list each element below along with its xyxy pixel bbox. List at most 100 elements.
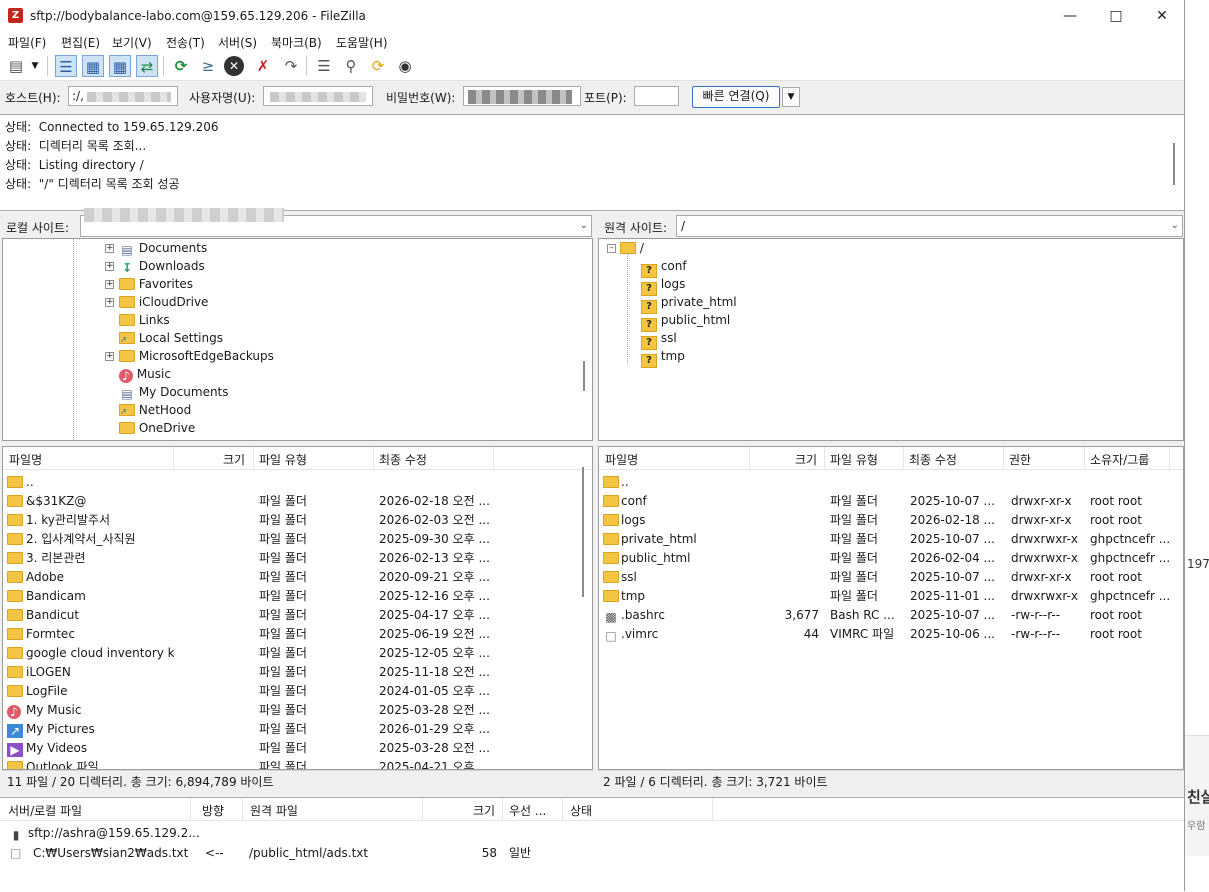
remote-tree-root[interactable]: / bbox=[620, 239, 644, 257]
local-tree-item[interactable]: ▤ My Documents bbox=[119, 383, 228, 401]
tree-expander-icon[interactable]: + bbox=[105, 280, 114, 289]
menu-help[interactable]: 도움말(H) bbox=[336, 34, 388, 51]
tree-expander-icon[interactable]: – bbox=[607, 244, 616, 253]
chevron-down-icon[interactable]: ⌄ bbox=[580, 220, 588, 231]
local-file-row[interactable]: 2. 입사계약서_사직원 파일 폴더 2025-09-30 오후 ... bbox=[3, 530, 578, 549]
remote-file-row[interactable]: logs 파일 폴더 2026-02-18 ... drwxr-xr-x root ro… bbox=[599, 511, 1183, 530]
remote-path-combo[interactable]: / ⌄ bbox=[676, 215, 1183, 237]
local-tree-item[interactable]: ▤ Documents bbox=[119, 239, 207, 257]
directory-filter-icon[interactable]: ☰ bbox=[313, 55, 335, 77]
maximize-icon[interactable]: □ bbox=[1094, 4, 1138, 28]
local-tree-item[interactable]: ↗ NetHood bbox=[119, 401, 191, 419]
local-tree-item[interactable]: ♪ Music bbox=[119, 365, 171, 383]
chevron-down-icon[interactable]: ⌄ bbox=[1171, 220, 1179, 231]
local-file-row[interactable]: LogFile 파일 폴더 2024-01-05 오후 ... bbox=[3, 682, 578, 701]
site-manager-dropdown-icon[interactable]: ▼ bbox=[28, 55, 42, 77]
column-modified[interactable]: 최종 수정 bbox=[909, 451, 957, 468]
local-path-combo[interactable]: ⌄ bbox=[80, 208, 592, 237]
remote-file-row[interactable]: ▩ .bashrc 3,677 Bash RC ... 2025-10-07 ... -r… bbox=[599, 606, 1183, 625]
local-file-row[interactable]: Outlook 파일 파일 폴더 2025-04-21 오후 ... bbox=[3, 758, 578, 769]
sync-browse-icon[interactable]: ⟳ bbox=[367, 55, 389, 77]
menu-edit[interactable]: 편집(E) bbox=[61, 34, 100, 51]
close-icon[interactable]: ✕ bbox=[1140, 4, 1184, 28]
column-filename[interactable]: 파일명 bbox=[9, 451, 42, 468]
local-file-row[interactable]: Bandicam 파일 폴더 2025-12-16 오후 ... bbox=[3, 587, 578, 606]
tree-expander-icon[interactable]: + bbox=[105, 244, 114, 253]
toggle-local-tree-icon[interactable]: ▦ bbox=[82, 55, 104, 77]
column-remote-file[interactable]: 원격 파일 bbox=[250, 802, 298, 819]
disconnect-icon[interactable]: ✗ bbox=[252, 55, 274, 77]
tree-expander-icon[interactable]: + bbox=[105, 352, 114, 361]
local-file-row[interactable]: Bandicut 파일 폴더 2025-04-17 오후 ... bbox=[3, 606, 578, 625]
queue-item-row[interactable]: □ C:₩Users₩sian2₩ads.txt <-- /public_htm… bbox=[0, 844, 720, 863]
local-tree-item[interactable]: Links bbox=[119, 311, 170, 329]
column-status[interactable]: 상태 bbox=[570, 802, 592, 819]
menu-file[interactable]: 파일(F) bbox=[8, 34, 46, 51]
local-tree-scrollbar[interactable] bbox=[583, 361, 585, 391]
local-file-row[interactable]: ↗ My Pictures 파일 폴더 2026-01-29 오후 ... bbox=[3, 720, 578, 739]
remote-tree-item[interactable]: ? private_html bbox=[641, 293, 737, 314]
local-file-row[interactable]: Adobe 파일 폴더 2020-09-21 오후 ... bbox=[3, 568, 578, 587]
toggle-remote-tree-icon[interactable]: ▦ bbox=[109, 55, 131, 77]
cancel-operation-icon[interactable]: ✕ bbox=[224, 56, 244, 76]
remote-file-row[interactable]: private_html 파일 폴더 2025-10-07 ... drwxrwxr-… bbox=[599, 530, 1183, 549]
column-owner[interactable]: 소유자/그룹 bbox=[1090, 451, 1149, 468]
menu-bookmarks[interactable]: 북마크(B) bbox=[271, 34, 322, 51]
column-size[interactable]: 크기 bbox=[795, 451, 817, 468]
queue-server-row[interactable]: ▮ sftp://ashra@159.65.129.2... bbox=[8, 824, 200, 843]
column-permissions[interactable]: 권한 bbox=[1009, 451, 1031, 468]
remote-tree-item[interactable]: ? conf bbox=[641, 257, 687, 278]
local-tree-item[interactable]: OneDrive bbox=[119, 419, 195, 437]
column-type[interactable]: 파일 유형 bbox=[830, 451, 878, 468]
remote-file-row[interactable]: .. bbox=[599, 473, 1183, 492]
remote-file-row[interactable]: conf 파일 폴더 2025-10-07 ... drwxr-xr-x root ro… bbox=[599, 492, 1183, 511]
local-file-row[interactable]: 1. ky관리발주서 파일 폴더 2026-02-03 오전 ... bbox=[3, 511, 578, 530]
local-tree-item[interactable]: ↧ Downloads bbox=[119, 257, 205, 275]
tree-expander-icon[interactable]: + bbox=[105, 298, 114, 307]
remote-tree-item[interactable]: ? logs bbox=[641, 275, 685, 296]
binoculars-icon[interactable]: ◉ bbox=[394, 55, 416, 77]
menu-view[interactable]: 보기(V) bbox=[112, 34, 152, 51]
local-tree-item[interactable]: Favorites bbox=[119, 275, 193, 293]
reconnect-icon[interactable]: ↷ bbox=[280, 55, 302, 77]
local-file-row[interactable]: Formtec 파일 폴더 2025-06-19 오전 ... bbox=[3, 625, 578, 644]
column-filename[interactable]: 파일명 bbox=[605, 451, 638, 468]
local-file-row[interactable]: ♪ My Music 파일 폴더 2025-03-28 오전 ... bbox=[3, 701, 578, 720]
column-size[interactable]: 크기 bbox=[223, 451, 245, 468]
username-input[interactable] bbox=[263, 86, 373, 106]
local-file-row[interactable]: &$31KZ@ 파일 폴더 2026-02-18 오전 ... bbox=[3, 492, 578, 511]
local-file-row[interactable]: iLOGEN 파일 폴더 2025-11-18 오전 ... bbox=[3, 663, 578, 682]
local-file-row[interactable]: .. bbox=[3, 473, 578, 492]
remote-tree-item[interactable]: ? tmp bbox=[641, 347, 685, 368]
column-server-local-file[interactable]: 서버/로컬 파일 bbox=[8, 802, 82, 819]
port-input[interactable] bbox=[634, 86, 679, 106]
remote-file-row[interactable]: ssl 파일 폴더 2025-10-07 ... drwxr-xr-x root roo… bbox=[599, 568, 1183, 587]
remote-tree-item[interactable]: ? ssl bbox=[641, 329, 677, 350]
local-file-row[interactable]: ▶ My Videos 파일 폴더 2025-03-28 오전 ... bbox=[3, 739, 578, 758]
local-file-row[interactable]: 3. 리본관련 파일 폴더 2026-02-13 오후 ... bbox=[3, 549, 578, 568]
remote-file-row[interactable]: □ .vimrc 44 VIMRC 파일 2025-10-06 ... -rw-r--r-… bbox=[599, 625, 1183, 644]
local-file-row[interactable]: google cloud inventory k... 파일 폴더 2025-12-… bbox=[3, 644, 578, 663]
search-icon[interactable]: ⚲ bbox=[340, 55, 362, 77]
process-queue-icon[interactable]: ≥ bbox=[197, 55, 219, 77]
host-input[interactable]: :/, bbox=[68, 86, 178, 106]
remote-file-row[interactable]: public_html 파일 폴더 2026-02-04 ... drwxrwxr-x… bbox=[599, 549, 1183, 568]
log-scrollbar[interactable] bbox=[1173, 143, 1175, 185]
refresh-icon[interactable]: ⟳ bbox=[170, 55, 192, 77]
local-tree-item[interactable]: MicrosoftEdgeBackups bbox=[119, 347, 274, 365]
remote-tree-item[interactable]: ? public_html bbox=[641, 311, 730, 332]
column-type[interactable]: 파일 유형 bbox=[259, 451, 307, 468]
local-file-scrollbar[interactable] bbox=[582, 467, 584, 597]
password-input[interactable] bbox=[463, 86, 581, 106]
site-manager-icon[interactable]: ▤ bbox=[5, 55, 27, 77]
toggle-log-icon[interactable]: ☰ bbox=[55, 55, 77, 77]
column-modified[interactable]: 최종 수정 bbox=[379, 451, 427, 468]
quickconnect-button[interactable]: 빠른 연결(Q) bbox=[692, 86, 780, 108]
local-tree-item[interactable]: iCloudDrive bbox=[119, 293, 208, 311]
quickconnect-dropdown-icon[interactable]: ▼ bbox=[782, 87, 800, 107]
local-tree-item[interactable]: ↗ Local Settings bbox=[119, 329, 223, 347]
tree-expander-icon[interactable]: + bbox=[105, 262, 114, 271]
column-priority[interactable]: 우선 ... bbox=[509, 802, 546, 819]
column-size[interactable]: 크기 bbox=[473, 802, 495, 819]
column-direction[interactable]: 방향 bbox=[202, 802, 224, 819]
